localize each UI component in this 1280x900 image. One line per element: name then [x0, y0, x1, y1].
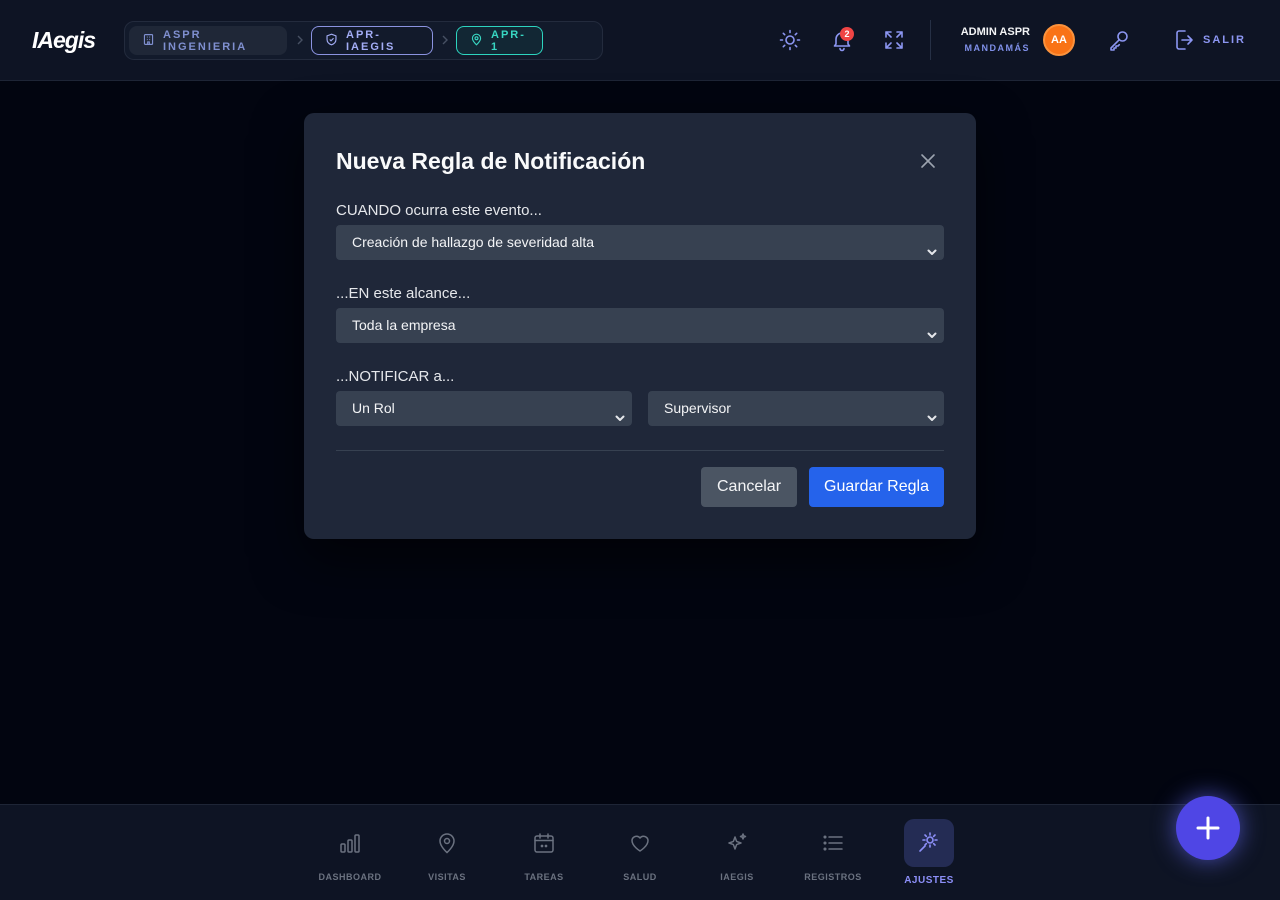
- nav-item-visitas[interactable]: VISITAS: [407, 817, 487, 887]
- fullscreen-expand-icon[interactable]: [882, 28, 906, 52]
- event-select[interactable]: Creación de hallazgo de severidad alta: [336, 225, 944, 260]
- scope-select[interactable]: Toda la empresa: [336, 308, 944, 343]
- chevron-down-icon: [926, 236, 938, 255]
- user-role: MANDAMÁS: [964, 43, 1030, 53]
- event-label: CUANDO ocurra este evento...: [336, 202, 542, 219]
- list-icon: [821, 831, 845, 855]
- logout-button[interactable]: SALIR: [1203, 34, 1246, 46]
- map-pin-icon: [470, 33, 483, 49]
- user-name: ADMIN ASPR: [960, 26, 1030, 38]
- breadcrumb-project-label: APR-IAEGIS: [346, 28, 396, 53]
- nav-label: IAEGIS: [720, 872, 754, 882]
- nav-label: DASHBOARD: [318, 872, 382, 882]
- modal-title: Nueva Regla de Notificación: [336, 148, 646, 174]
- notify-target-value: Supervisor: [664, 400, 731, 416]
- breadcrumb-project[interactable]: APR-IAEGIS: [311, 26, 433, 55]
- nav-item-registros[interactable]: REGISTROS: [793, 817, 873, 887]
- nav-label: REGISTROS: [804, 872, 862, 882]
- settings-icon: [917, 830, 941, 854]
- chevron-down-icon: [926, 319, 938, 338]
- nav-label: VISITAS: [428, 872, 466, 882]
- avatar[interactable]: AA: [1043, 24, 1075, 56]
- breadcrumb-site-label: APR-1: [491, 28, 526, 53]
- nav-item-iaegis[interactable]: IAEGIS: [697, 817, 777, 887]
- scope-select-value: Toda la empresa: [352, 317, 456, 333]
- notification-count-badge: 2: [840, 27, 854, 41]
- modal-divider: [336, 450, 944, 451]
- save-rule-button[interactable]: Guardar Regla: [809, 467, 944, 507]
- nav-item-tareas[interactable]: TAREAS: [504, 817, 584, 887]
- bottom-nav: DASHBOARD VISITAS TAREAS SALUD IAEGIS RE…: [0, 804, 1280, 900]
- top-bar: IAegis ASPR INGENIERIA APR-IAEGIS APR-1: [0, 0, 1280, 81]
- notification-rule-modal: Nueva Regla de Notificación CUANDO ocurr…: [304, 113, 976, 539]
- app-logo[interactable]: IAegis: [32, 27, 96, 54]
- map-pin-icon: [435, 831, 459, 855]
- heart-icon: [628, 831, 652, 855]
- nav-label: TAREAS: [524, 872, 564, 882]
- shield-icon: [325, 33, 338, 49]
- add-button[interactable]: [1176, 796, 1240, 860]
- scope-label: ...EN este alcance...: [336, 285, 471, 302]
- key-icon[interactable]: [1107, 28, 1131, 52]
- chevron-down-icon: [926, 402, 938, 421]
- plus-icon: [1196, 816, 1220, 840]
- breadcrumb: ASPR INGENIERIA APR-IAEGIS APR-1: [124, 21, 603, 60]
- close-icon[interactable]: [918, 151, 938, 171]
- breadcrumb-site[interactable]: APR-1: [456, 26, 543, 55]
- nav-item-dashboard[interactable]: DASHBOARD: [310, 817, 390, 887]
- notify-target-select[interactable]: Supervisor: [648, 391, 944, 426]
- notify-type-select[interactable]: Un Rol: [336, 391, 632, 426]
- sparkles-icon: [725, 831, 749, 855]
- chevron-right-icon: [295, 33, 305, 47]
- nav-label: SALUD: [623, 872, 657, 882]
- breadcrumb-company-label: ASPR INGENIERIA: [163, 28, 248, 53]
- notify-type-value: Un Rol: [352, 400, 395, 416]
- bar-chart-icon: [338, 831, 362, 855]
- event-select-value: Creación de hallazgo de severidad alta: [352, 234, 595, 250]
- nav-label: AJUSTES: [904, 875, 954, 886]
- header-divider: [930, 20, 931, 60]
- logout-icon[interactable]: [1172, 28, 1196, 52]
- theme-toggle-sun-icon[interactable]: [778, 28, 802, 52]
- breadcrumb-company[interactable]: ASPR INGENIERIA: [129, 26, 287, 55]
- calendar-icon: [532, 831, 556, 855]
- nav-item-ajustes[interactable]: AJUSTES: [889, 817, 969, 887]
- building-icon: [142, 33, 155, 49]
- notify-label: ...NOTIFICAR a...: [336, 368, 455, 385]
- chevron-down-icon: [614, 402, 626, 421]
- cancel-button[interactable]: Cancelar: [701, 467, 797, 507]
- nav-item-salud[interactable]: SALUD: [600, 817, 680, 887]
- chevron-right-icon: [440, 33, 450, 47]
